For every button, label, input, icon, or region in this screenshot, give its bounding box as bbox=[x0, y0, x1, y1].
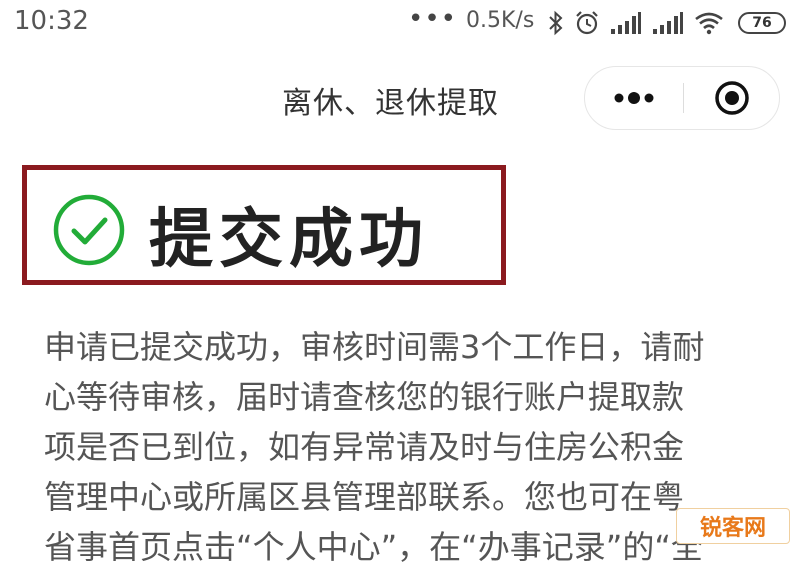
status-time: 10:32 bbox=[14, 6, 89, 36]
bluetooth-icon bbox=[549, 10, 563, 36]
battery-level: 76 bbox=[752, 15, 772, 31]
status-icons bbox=[548, 7, 724, 39]
signal-icon bbox=[653, 12, 683, 34]
success-highlight-box: 提交成功 bbox=[22, 165, 506, 285]
description-line: 心等待审核，届时请查核您的银行账户提取款 bbox=[44, 378, 685, 416]
status-bar: 10:32 ••• 0.5K/s 76 bbox=[0, 0, 800, 50]
wifi-icon bbox=[695, 12, 723, 35]
close-button[interactable] bbox=[684, 67, 780, 129]
battery-indicator: 76 bbox=[738, 12, 786, 34]
status-dots: ••• bbox=[408, 4, 458, 34]
watermark-text: 锐客网 bbox=[699, 516, 766, 541]
target-close-icon bbox=[715, 81, 749, 115]
description-text: 申请已提交成功，审核时间需3个工作日，请耐 心等待审核，届时请查核您的银行账户提… bbox=[44, 322, 764, 572]
network-speed: 0.5K/s bbox=[466, 8, 535, 33]
description-line: 管理中心或所属区县管理部联系。您也可在粤 bbox=[44, 478, 685, 516]
description-line: 省事首页点击“个人中心”，在“办事记录”的“全 bbox=[44, 528, 703, 566]
success-title: 提交成功 bbox=[149, 203, 429, 277]
signal-icon bbox=[611, 12, 641, 34]
more-dots-icon bbox=[614, 92, 654, 104]
miniprogram-capsule bbox=[584, 66, 780, 130]
check-circle-icon bbox=[53, 194, 125, 266]
more-button[interactable] bbox=[585, 67, 683, 129]
description-line: 申请已提交成功，审核时间需3个工作日，请耐 bbox=[44, 328, 705, 366]
description-line: 项是否已到位，如有异常请及时与住房公积金 bbox=[44, 428, 685, 466]
watermark-logo: 锐客网 bbox=[676, 508, 790, 544]
page-title: 离休、退休提取 bbox=[282, 86, 499, 121]
alarm-icon bbox=[576, 11, 598, 35]
